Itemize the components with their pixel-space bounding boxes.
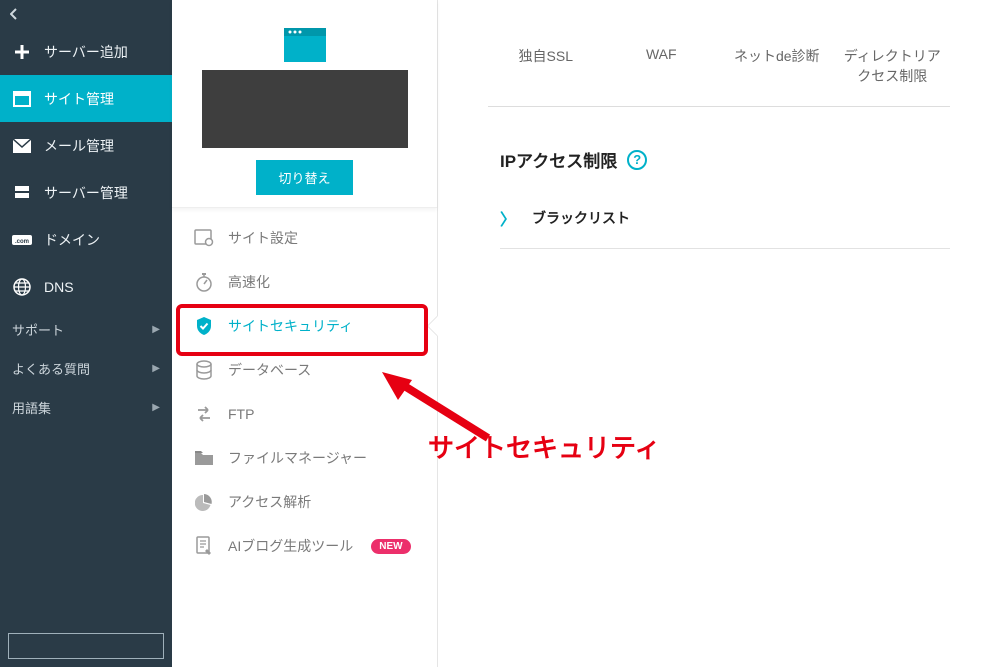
blacklist-row[interactable]: 〉 ブラックリスト [500,206,950,249]
submenu-ftp[interactable]: FTP [172,392,437,436]
sidebar-label: DNS [44,279,74,295]
chevron-right-icon: ▶ [152,363,160,374]
support-label: よくある質問 [12,359,90,378]
chevron-right-icon: 〉 [500,206,516,230]
main-content: 独自SSL WAF ネットde診断 ディレクトリアクセス制限 IPアクセス制限 … [438,0,1000,667]
submenu-site-settings[interactable]: サイト設定 [172,216,437,260]
sidebar-label: ドメイン [44,230,100,250]
server-icon [12,183,32,203]
tab-diraccess[interactable]: ディレクトリアクセス制限 [835,30,951,106]
submenu-label: サイトセキュリティ [228,316,353,336]
chevron-right-icon: ▶ [152,402,160,413]
help-icon[interactable]: ? [627,150,647,170]
domain-icon: .com [12,230,32,250]
sidebar-collapse-button[interactable] [0,0,172,28]
tab-ssl[interactable]: 独自SSL [488,30,604,106]
submenu-label: FTP [228,406,254,422]
submenu-label: AIブログ生成ツール [228,536,353,556]
sidebar-item-mail-manage[interactable]: メール管理 [0,122,172,169]
tab-waf[interactable]: WAF [604,30,720,106]
submenu-filemanager[interactable]: ファイルマネージャー [172,436,437,480]
sidebar-faq-link[interactable]: よくある質問 ▶ [0,349,172,388]
submenu-analytics[interactable]: アクセス解析 [172,480,437,524]
mail-icon [12,136,32,156]
database-icon [194,360,214,380]
submenu-label: アクセス解析 [228,492,311,512]
site-window-icon [282,24,328,64]
piechart-icon [194,492,214,512]
new-badge: NEW [371,539,410,554]
annotation-label: サイトセキュリティ [428,428,660,465]
section-heading-row: IPアクセス制限 ? [500,147,1000,172]
primary-sidebar: サーバー追加 サイト管理 メール管理 サーバー管理 .com ドメイン [0,0,172,667]
stopwatch-icon [194,272,214,292]
submenu-ai-blog[interactable]: AIブログ生成ツール NEW [172,524,437,568]
sidebar-item-dns[interactable]: DNS [0,263,172,310]
sidebar-support-link[interactable]: サポート ▶ [0,310,172,349]
transfer-icon [194,404,214,424]
window-icon [12,89,32,109]
chevron-right-icon: ▶ [152,324,160,335]
sidebar-item-domain[interactable]: .com ドメイン [0,216,172,263]
sidebar-item-add-server[interactable]: サーバー追加 [0,28,172,75]
section-title: IPアクセス制限 [500,147,617,172]
tab-netdiag[interactable]: ネットde診断 [719,30,835,106]
support-label: サポート [12,320,64,339]
sidebar-label: メール管理 [44,136,114,156]
support-label: 用語集 [12,398,51,417]
security-tabs: 独自SSL WAF ネットde診断 ディレクトリアクセス制限 [488,30,950,107]
sidebar-item-server-manage[interactable]: サーバー管理 [0,169,172,216]
sidebar-item-site-manage[interactable]: サイト管理 [0,75,172,122]
sidebar-label: サイト管理 [44,89,114,109]
sidebar-glossary-link[interactable]: 用語集 ▶ [0,388,172,427]
secondary-sidebar: 切り替え サイト設定 高速化 サイトセキュリティ [172,0,438,667]
blacklist-label: ブラックリスト [532,208,630,228]
plus-icon [12,42,32,62]
submenu-label: 高速化 [228,272,270,292]
document-edit-icon [194,536,214,556]
sidebar-label: サーバー追加 [44,42,128,62]
site-selector-panel: 切り替え [172,0,437,208]
globe-icon [12,277,32,297]
submenu-speedup[interactable]: 高速化 [172,260,437,304]
submenu-site-security[interactable]: サイトセキュリティ [172,304,437,348]
site-submenu: サイト設定 高速化 サイトセキュリティ データベース [172,208,437,568]
folder-icon [194,448,214,468]
sidebar-label: サーバー管理 [44,183,128,203]
site-preview-block [202,70,408,148]
submenu-label: データベース [228,360,311,380]
submenu-label: ファイルマネージャー [228,448,367,468]
submenu-label: サイト設定 [228,228,298,248]
submenu-database[interactable]: データベース [172,348,437,392]
sidebar-bottom-button[interactable] [8,633,164,659]
svg-text:.com: .com [15,239,29,245]
shield-check-icon [194,316,214,336]
switch-site-button[interactable]: 切り替え [256,160,352,195]
settings-window-icon [194,228,214,248]
